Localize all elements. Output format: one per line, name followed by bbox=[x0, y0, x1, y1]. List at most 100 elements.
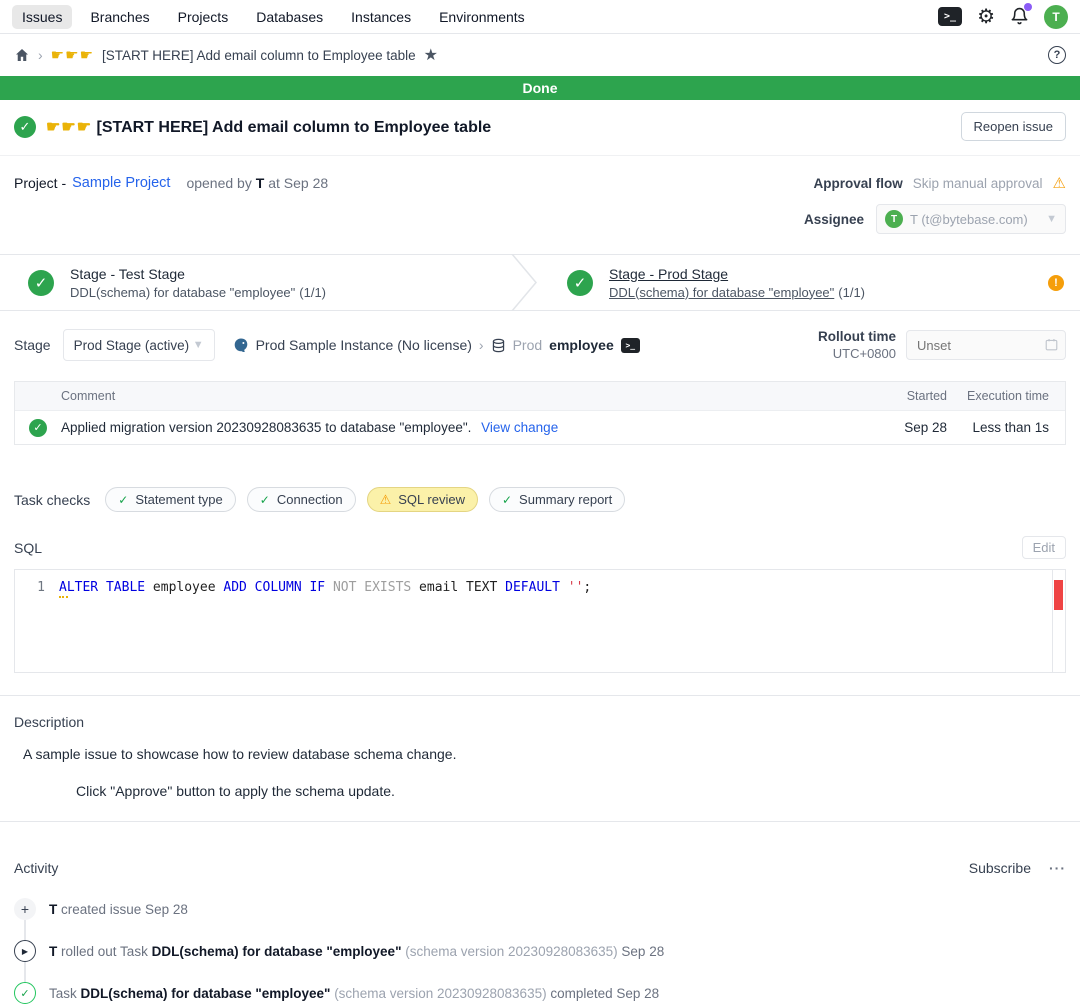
notifications-button[interactable] bbox=[1010, 7, 1029, 26]
stage-alert-icon[interactable]: ! bbox=[1048, 275, 1064, 291]
activity-prefix: Task bbox=[49, 986, 77, 1001]
section-divider bbox=[0, 821, 1080, 822]
pointer-emojis: ☛☛☛ bbox=[51, 46, 94, 64]
check-icon: ✓ bbox=[502, 493, 512, 507]
timeline-connector bbox=[24, 962, 1066, 982]
breadcrumb-title[interactable]: [START HERE] Add email column to Employe… bbox=[102, 48, 416, 63]
activity-timestamp: completed Sep 28 bbox=[550, 986, 659, 1001]
help-icon[interactable]: ? bbox=[1048, 46, 1066, 64]
stage-test-check-icon: ✓ bbox=[28, 270, 54, 296]
nav-item-databases[interactable]: Databases bbox=[246, 5, 333, 29]
sql-token: DEFAULT bbox=[497, 580, 560, 595]
check-pill-sql-review[interactable]: ⚠ SQL review bbox=[367, 487, 478, 512]
issue-title-text: [START HERE] Add email column to Employe… bbox=[96, 119, 491, 136]
edit-sql-button[interactable]: Edit bbox=[1022, 536, 1066, 559]
open-sql-editor-icon[interactable]: >_ bbox=[621, 338, 640, 353]
sql-statement: ALTER TABLE employee ADD COLUMN IF NOT E… bbox=[59, 580, 591, 595]
rollout-time: Rollout time UTC+0800 bbox=[818, 329, 1066, 361]
check-icon: ✓ bbox=[260, 493, 270, 507]
check-pill-label: Statement type bbox=[135, 492, 222, 507]
check-pill-statement-type[interactable]: ✓ Statement type bbox=[105, 487, 236, 512]
warning-triangle-icon: ⚠ bbox=[380, 492, 392, 508]
stage-test-task: DDL(schema) for database "employee" bbox=[70, 285, 295, 300]
stage-prod-subtitle: DDL(schema) for database "employee" (1/1) bbox=[609, 285, 865, 300]
subscribe-button[interactable]: Subscribe bbox=[969, 860, 1031, 876]
rollout-time-input[interactable] bbox=[906, 330, 1066, 360]
check-pill-summary-report[interactable]: ✓ Summary report bbox=[489, 487, 625, 512]
top-navigation: Issues Branches Projects Databases Insta… bbox=[0, 0, 1080, 34]
stage-select[interactable]: Prod Stage (active) ▼ bbox=[63, 329, 215, 361]
stage-toolbar: Stage Prod Stage (active) ▼ Prod Sample … bbox=[0, 311, 1080, 361]
approval-flow: Approval flow Skip manual approval ⚠ bbox=[813, 174, 1066, 192]
activity-task-name: DDL(schema) for database "employee" bbox=[152, 944, 402, 959]
play-icon: ▶ bbox=[14, 940, 36, 962]
opened-suffix: at Sep 28 bbox=[268, 175, 328, 191]
stage-separator-chevron bbox=[509, 254, 539, 311]
table-header: Comment Started Execution time bbox=[15, 382, 1065, 410]
task-run-table: Comment Started Execution time ✓ Applied… bbox=[14, 381, 1066, 445]
nav-item-instances[interactable]: Instances bbox=[341, 5, 421, 29]
database-path: Prod Sample Instance (No license) › Prod… bbox=[233, 337, 640, 353]
activity-timeline: + T created issue Sep 28 ▶ T rolled out … bbox=[14, 898, 1066, 1004]
approval-flow-value: Skip manual approval bbox=[913, 176, 1043, 191]
database-icon bbox=[491, 338, 506, 353]
activity-message: created issue Sep 28 bbox=[61, 902, 188, 917]
description-line: Click "Approve" button to apply the sche… bbox=[76, 783, 1066, 799]
stage-test-subtitle: DDL(schema) for database "employee"(1/1) bbox=[70, 285, 326, 300]
sql-section: SQL Edit 1 ALTER TABLE employee ADD COLU… bbox=[0, 536, 1080, 673]
gear-icon[interactable]: ⚙ bbox=[977, 7, 995, 27]
project-link[interactable]: Sample Project bbox=[72, 175, 170, 191]
warning-triangle-icon: ⚠ bbox=[1053, 174, 1066, 192]
postgres-icon bbox=[233, 337, 249, 353]
stage-pipeline: ✓ Stage - Test Stage DDL(schema) for dat… bbox=[0, 254, 1080, 311]
row-execution-time: Less than 1s bbox=[947, 420, 1049, 435]
view-change-link[interactable]: View change bbox=[481, 420, 558, 435]
reopen-issue-button[interactable]: Reopen issue bbox=[961, 112, 1067, 141]
task-checks: Task checks ✓ Statement type ✓ Connectio… bbox=[0, 487, 1080, 512]
nav-item-issues[interactable]: Issues bbox=[12, 5, 72, 29]
stage-select-label: Stage bbox=[14, 337, 51, 353]
task-checks-label: Task checks bbox=[14, 492, 90, 508]
activity-item-created: + T created issue Sep 28 bbox=[14, 898, 1066, 920]
stage-test[interactable]: ✓ Stage - Test Stage DDL(schema) for dat… bbox=[0, 255, 509, 310]
stage-prod-task: DDL(schema) for database "employee" bbox=[609, 285, 834, 300]
sql-token: ADD COLUMN IF bbox=[216, 580, 326, 595]
nav-item-environments[interactable]: Environments bbox=[429, 5, 535, 29]
table-row[interactable]: ✓ Applied migration version 202309280836… bbox=[15, 410, 1065, 444]
check-circle-icon: ✓ bbox=[14, 982, 36, 1004]
check-pill-connection[interactable]: ✓ Connection bbox=[247, 487, 356, 512]
activity-task-name: DDL(schema) for database "employee" bbox=[81, 986, 331, 1001]
sql-token: NOT EXISTS bbox=[325, 580, 411, 595]
database-environment: Prod bbox=[513, 337, 543, 353]
stage-prod-title: Stage - Prod Stage bbox=[609, 266, 865, 282]
activity-text: Task DDL(schema) for database "employee"… bbox=[49, 986, 659, 1001]
breadcrumb: › ☛☛☛ [START HERE] Add email column to E… bbox=[0, 34, 1080, 76]
description-line: A sample issue to showcase how to review… bbox=[23, 746, 1066, 762]
sql-editor-icon[interactable]: >_ bbox=[938, 7, 962, 26]
row-comment: Applied migration version 20230928083635… bbox=[61, 420, 883, 435]
nav-item-branches[interactable]: Branches bbox=[80, 5, 159, 29]
stage-prod-count: (1/1) bbox=[838, 285, 865, 300]
description-label: Description bbox=[14, 714, 84, 730]
favorite-star-icon[interactable]: ★ bbox=[424, 45, 438, 65]
sql-token: ; bbox=[583, 580, 591, 595]
nav-item-projects[interactable]: Projects bbox=[168, 5, 239, 29]
assignee-select[interactable]: T T (t@bytebase.com) ▼ bbox=[876, 204, 1066, 234]
more-options-icon[interactable]: ··· bbox=[1049, 860, 1066, 876]
instance-name[interactable]: Prod Sample Instance (No license) bbox=[256, 337, 472, 353]
assignee-row: Assignee T T (t@bytebase.com) ▼ bbox=[14, 204, 1066, 234]
stage-prod[interactable]: ✓ Stage - Prod Stage DDL(schema) for dat… bbox=[539, 255, 1048, 310]
success-check-icon: ✓ bbox=[29, 419, 47, 437]
path-separator: › bbox=[479, 337, 484, 353]
calendar-icon bbox=[1045, 338, 1058, 351]
activity-meta: (schema version 20230928083635) bbox=[334, 986, 546, 1001]
issue-title: ☛☛☛ [START HERE] Add email column to Emp… bbox=[46, 117, 491, 137]
sql-editor[interactable]: 1 ALTER TABLE employee ADD COLUMN IF NOT… bbox=[14, 569, 1066, 673]
issue-meta: Project - Sample Project opened by T at … bbox=[0, 156, 1080, 234]
database-name[interactable]: employee bbox=[549, 337, 614, 353]
home-icon[interactable] bbox=[14, 47, 30, 63]
project-label: Project - bbox=[14, 175, 66, 191]
row-status-icon-wrap: ✓ bbox=[15, 419, 61, 437]
breadcrumb-separator: › bbox=[38, 47, 43, 63]
user-avatar[interactable]: T bbox=[1044, 5, 1068, 29]
